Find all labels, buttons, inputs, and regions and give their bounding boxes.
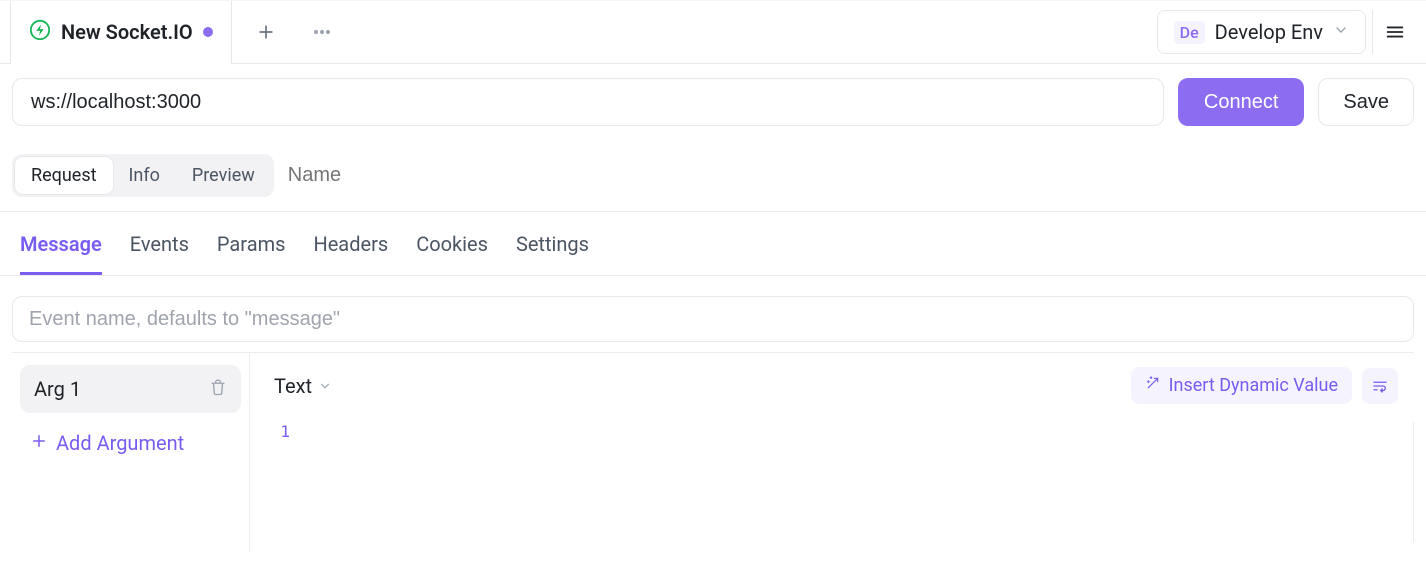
tab-settings[interactable]: Settings bbox=[516, 232, 589, 275]
format-label: Text bbox=[274, 374, 312, 398]
hamburger-menu-button[interactable] bbox=[1372, 10, 1416, 54]
magic-wand-icon bbox=[1145, 375, 1161, 396]
add-argument-label: Add Argument bbox=[56, 431, 184, 455]
request-name-input[interactable] bbox=[284, 158, 557, 193]
args-sidebar: Arg 1 Add Argument bbox=[12, 353, 250, 552]
top-bar: New Socket.IO De Develop Env bbox=[0, 0, 1426, 64]
args-area: Arg 1 Add Argument Text bbox=[12, 352, 1414, 552]
insert-dynamic-value-button[interactable]: Insert Dynamic Value bbox=[1131, 367, 1352, 404]
new-tab-button[interactable] bbox=[244, 10, 288, 54]
arg-item[interactable]: Arg 1 bbox=[20, 365, 241, 413]
chevron-down-icon bbox=[318, 374, 332, 398]
env-prefix-badge: De bbox=[1174, 21, 1205, 44]
connect-button[interactable]: Connect bbox=[1178, 78, 1305, 126]
tab-params[interactable]: Params bbox=[217, 232, 286, 275]
plus-icon bbox=[30, 431, 48, 455]
tab-message[interactable]: Message bbox=[20, 232, 102, 275]
trash-icon[interactable] bbox=[209, 377, 227, 401]
save-button[interactable]: Save bbox=[1318, 78, 1414, 126]
socketio-icon bbox=[29, 19, 51, 45]
environment-selector[interactable]: De Develop Env bbox=[1157, 10, 1366, 54]
more-button[interactable] bbox=[300, 10, 344, 54]
event-name-row bbox=[0, 276, 1426, 352]
tab-events[interactable]: Events bbox=[130, 232, 189, 275]
sub-tabs: Message Events Params Headers Cookies Se… bbox=[0, 212, 1426, 276]
wrap-lines-button[interactable] bbox=[1362, 368, 1398, 404]
unsaved-dot-icon bbox=[203, 27, 213, 37]
code-content[interactable] bbox=[298, 422, 1414, 542]
seg-info[interactable]: Info bbox=[113, 157, 176, 194]
add-argument-button[interactable]: Add Argument bbox=[20, 413, 241, 473]
editor-toolbar: Text Insert Dynamic Value bbox=[250, 353, 1414, 414]
tab-headers[interactable]: Headers bbox=[313, 232, 388, 275]
editor-pane: Text Insert Dynamic Value 1 bbox=[250, 353, 1414, 552]
seg-request[interactable]: Request bbox=[15, 157, 113, 194]
tab-title: New Socket.IO bbox=[61, 20, 193, 44]
arg-item-label: Arg 1 bbox=[34, 377, 81, 401]
url-row: Connect Save bbox=[0, 64, 1426, 126]
env-name: Develop Env bbox=[1215, 20, 1323, 44]
segmented-control: Request Info Preview bbox=[12, 154, 274, 197]
code-editor[interactable]: 1 bbox=[250, 414, 1414, 542]
segmented-row: Request Info Preview bbox=[0, 126, 1426, 212]
tab-current[interactable]: New Socket.IO bbox=[10, 1, 232, 65]
chevron-down-icon bbox=[1333, 22, 1349, 42]
insert-dynamic-value-label: Insert Dynamic Value bbox=[1169, 375, 1338, 396]
seg-preview[interactable]: Preview bbox=[176, 157, 271, 194]
url-input[interactable] bbox=[12, 78, 1164, 126]
format-selector[interactable]: Text bbox=[274, 374, 332, 398]
event-name-input[interactable] bbox=[12, 296, 1414, 342]
tab-cookies[interactable]: Cookies bbox=[416, 232, 488, 275]
line-number: 1 bbox=[274, 422, 298, 542]
